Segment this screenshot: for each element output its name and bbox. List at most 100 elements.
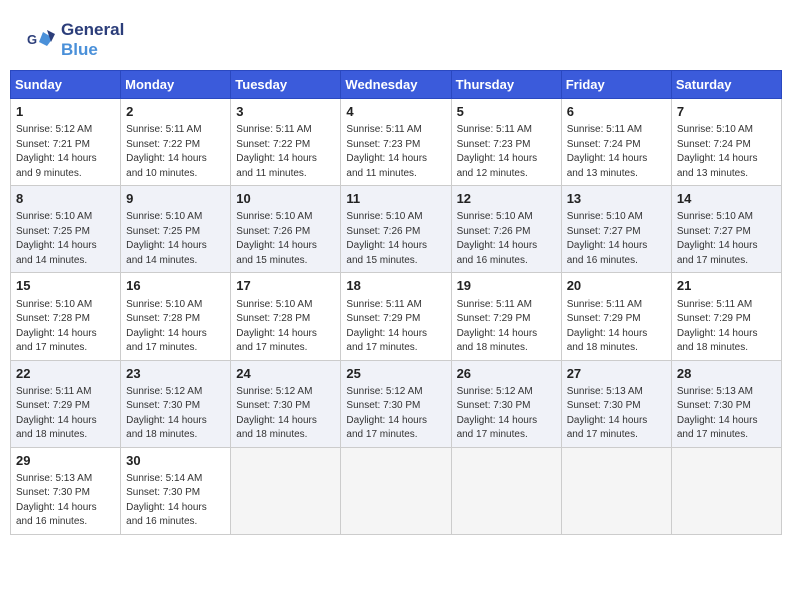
day-info: Sunrise: 5:14 AMSunset: 7:30 PMDaylight:…	[126, 472, 225, 530]
day-number: 21	[677, 277, 776, 295]
calendar-cell: 25 Sunrise: 5:12 AMSunset: 7:30 PMDayligh…	[341, 360, 451, 447]
day-info: Sunrise: 5:11 AMSunset: 7:29 PMDaylight:…	[567, 298, 666, 356]
calendar-week-row: 22 Sunrise: 5:11 AMSunset: 7:29 PMDayligh…	[11, 360, 782, 447]
calendar-cell: 6 Sunrise: 5:11 AMSunset: 7:24 PMDaylight…	[561, 99, 671, 186]
weekday-header-saturday: Saturday	[671, 71, 781, 99]
calendar-cell: 9Sunrise: 5:10 AMSunset: 7:25 PMDaylight…	[121, 186, 231, 273]
calendar-table: SundayMondayTuesdayWednesdayThursdayFrid…	[10, 70, 782, 535]
day-number: 18	[346, 277, 445, 295]
day-info: Sunrise: 5:11 AMSunset: 7:29 PMDaylight:…	[16, 385, 115, 443]
calendar-cell: 5 Sunrise: 5:11 AMSunset: 7:23 PMDaylight…	[451, 99, 561, 186]
day-number: 23	[126, 365, 225, 383]
weekday-header-wednesday: Wednesday	[341, 71, 451, 99]
calendar-cell: 2Sunrise: 5:11 AMSunset: 7:22 PMDaylight…	[121, 99, 231, 186]
calendar-cell	[341, 447, 451, 534]
day-info: Sunrise: 5:10 AMSunset: 7:26 PMDaylight:…	[457, 210, 556, 268]
calendar-cell: 24 Sunrise: 5:12 AMSunset: 7:30 PMDayligh…	[231, 360, 341, 447]
day-number: 6	[567, 103, 666, 121]
day-info: Sunrise: 5:10 AMSunset: 7:25 PMDaylight:…	[16, 210, 115, 268]
day-info: Sunrise: 5:11 AMSunset: 7:22 PMDaylight:…	[126, 123, 225, 181]
calendar-week-row: 1 Sunrise: 5:12 AMSunset: 7:21 PMDaylight…	[11, 99, 782, 186]
day-info: Sunrise: 5:12 AMSunset: 7:30 PMDaylight:…	[126, 385, 225, 443]
calendar-cell: 4 Sunrise: 5:11 AMSunset: 7:23 PMDaylight…	[341, 99, 451, 186]
calendar-cell: 16Sunrise: 5:10 AMSunset: 7:28 PMDayligh…	[121, 273, 231, 360]
logo: G General Blue	[25, 20, 124, 60]
day-number: 24	[236, 365, 335, 383]
day-info: Sunrise: 5:11 AMSunset: 7:29 PMDaylight:…	[677, 298, 776, 356]
day-info: Sunrise: 5:12 AMSunset: 7:30 PMDaylight:…	[236, 385, 335, 443]
day-info: Sunrise: 5:11 AMSunset: 7:23 PMDaylight:…	[346, 123, 445, 181]
calendar-header-row: SundayMondayTuesdayWednesdayThursdayFrid…	[11, 71, 782, 99]
weekday-header-monday: Monday	[121, 71, 231, 99]
day-info: Sunrise: 5:13 AMSunset: 7:30 PMDaylight:…	[677, 385, 776, 443]
calendar-cell: 27 Sunrise: 5:13 AMSunset: 7:30 PMDayligh…	[561, 360, 671, 447]
calendar-week-row: 8 Sunrise: 5:10 AMSunset: 7:25 PMDaylight…	[11, 186, 782, 273]
day-number: 8	[16, 190, 115, 208]
calendar-cell: 20Sunrise: 5:11 AMSunset: 7:29 PMDayligh…	[561, 273, 671, 360]
calendar-cell: 23 Sunrise: 5:12 AMSunset: 7:30 PMDayligh…	[121, 360, 231, 447]
day-number: 22	[16, 365, 115, 383]
weekday-header-sunday: Sunday	[11, 71, 121, 99]
calendar-cell: 1 Sunrise: 5:12 AMSunset: 7:21 PMDaylight…	[11, 99, 121, 186]
day-info: Sunrise: 5:11 AMSunset: 7:29 PMDaylight:…	[457, 298, 556, 356]
calendar-cell: 8 Sunrise: 5:10 AMSunset: 7:25 PMDaylight…	[11, 186, 121, 273]
calendar-cell	[231, 447, 341, 534]
calendar-cell: 28Sunrise: 5:13 AMSunset: 7:30 PMDayligh…	[671, 360, 781, 447]
day-number: 5	[457, 103, 556, 121]
calendar-cell: 15Sunrise: 5:10 AMSunset: 7:28 PMDayligh…	[11, 273, 121, 360]
page-header: G General Blue	[10, 10, 782, 65]
day-number: 15	[16, 277, 115, 295]
day-info: Sunrise: 5:12 AMSunset: 7:30 PMDaylight:…	[346, 385, 445, 443]
day-info: Sunrise: 5:10 AMSunset: 7:25 PMDaylight:…	[126, 210, 225, 268]
calendar-cell: 22 Sunrise: 5:11 AMSunset: 7:29 PMDayligh…	[11, 360, 121, 447]
calendar-cell: 10 Sunrise: 5:10 AMSunset: 7:26 PMDayligh…	[231, 186, 341, 273]
day-number: 1	[16, 103, 115, 121]
day-info: Sunrise: 5:10 AMSunset: 7:28 PMDaylight:…	[236, 298, 335, 356]
calendar-cell	[671, 447, 781, 534]
day-number: 12	[457, 190, 556, 208]
calendar-cell: 18Sunrise: 5:11 AMSunset: 7:29 PMDayligh…	[341, 273, 451, 360]
weekday-header-thursday: Thursday	[451, 71, 561, 99]
day-info: Sunrise: 5:10 AMSunset: 7:26 PMDaylight:…	[346, 210, 445, 268]
day-number: 13	[567, 190, 666, 208]
calendar-cell: 30Sunrise: 5:14 AMSunset: 7:30 PMDayligh…	[121, 447, 231, 534]
day-number: 29	[16, 452, 115, 470]
calendar-cell: 14 Sunrise: 5:10 AMSunset: 7:27 PMDayligh…	[671, 186, 781, 273]
day-number: 11	[346, 190, 445, 208]
day-info: Sunrise: 5:10 AMSunset: 7:26 PMDaylight:…	[236, 210, 335, 268]
weekday-header-friday: Friday	[561, 71, 671, 99]
day-number: 17	[236, 277, 335, 295]
calendar-cell: 12 Sunrise: 5:10 AMSunset: 7:26 PMDayligh…	[451, 186, 561, 273]
day-number: 19	[457, 277, 556, 295]
day-info: Sunrise: 5:10 AMSunset: 7:27 PMDaylight:…	[677, 210, 776, 268]
day-number: 7	[677, 103, 776, 121]
day-info: Sunrise: 5:12 AMSunset: 7:21 PMDaylight:…	[16, 123, 115, 181]
logo-blue: Blue	[61, 40, 98, 59]
calendar-cell: 11 Sunrise: 5:10 AMSunset: 7:26 PMDayligh…	[341, 186, 451, 273]
day-number: 4	[346, 103, 445, 121]
logo-general: General	[61, 20, 124, 39]
day-number: 26	[457, 365, 556, 383]
calendar-cell: 13 Sunrise: 5:10 AMSunset: 7:27 PMDayligh…	[561, 186, 671, 273]
day-info: Sunrise: 5:12 AMSunset: 7:30 PMDaylight:…	[457, 385, 556, 443]
calendar-cell: 21 Sunrise: 5:11 AMSunset: 7:29 PMDayligh…	[671, 273, 781, 360]
day-info: Sunrise: 5:10 AMSunset: 7:28 PMDaylight:…	[126, 298, 225, 356]
day-number: 10	[236, 190, 335, 208]
calendar-cell: 7Sunrise: 5:10 AMSunset: 7:24 PMDaylight…	[671, 99, 781, 186]
day-info: Sunrise: 5:13 AMSunset: 7:30 PMDaylight:…	[16, 472, 115, 530]
day-info: Sunrise: 5:11 AMSunset: 7:23 PMDaylight:…	[457, 123, 556, 181]
weekday-header-tuesday: Tuesday	[231, 71, 341, 99]
day-number: 3	[236, 103, 335, 121]
calendar-cell: 3Sunrise: 5:11 AMSunset: 7:22 PMDaylight…	[231, 99, 341, 186]
day-number: 14	[677, 190, 776, 208]
day-number: 25	[346, 365, 445, 383]
calendar-cell: 26 Sunrise: 5:12 AMSunset: 7:30 PMDayligh…	[451, 360, 561, 447]
day-info: Sunrise: 5:11 AMSunset: 7:24 PMDaylight:…	[567, 123, 666, 181]
calendar-week-row: 15 Sunrise: 5:10 AMSunset: 7:28 PMDayligh…	[11, 273, 782, 360]
day-info: Sunrise: 5:10 AMSunset: 7:27 PMDaylight:…	[567, 210, 666, 268]
calendar-cell: 17 Sunrise: 5:10 AMSunset: 7:28 PMDayligh…	[231, 273, 341, 360]
day-number: 27	[567, 365, 666, 383]
calendar-cell: 19 Sunrise: 5:11 AMSunset: 7:29 PMDayligh…	[451, 273, 561, 360]
calendar-cell: 29 Sunrise: 5:13 AMSunset: 7:30 PMDayligh…	[11, 447, 121, 534]
day-info: Sunrise: 5:13 AMSunset: 7:30 PMDaylight:…	[567, 385, 666, 443]
